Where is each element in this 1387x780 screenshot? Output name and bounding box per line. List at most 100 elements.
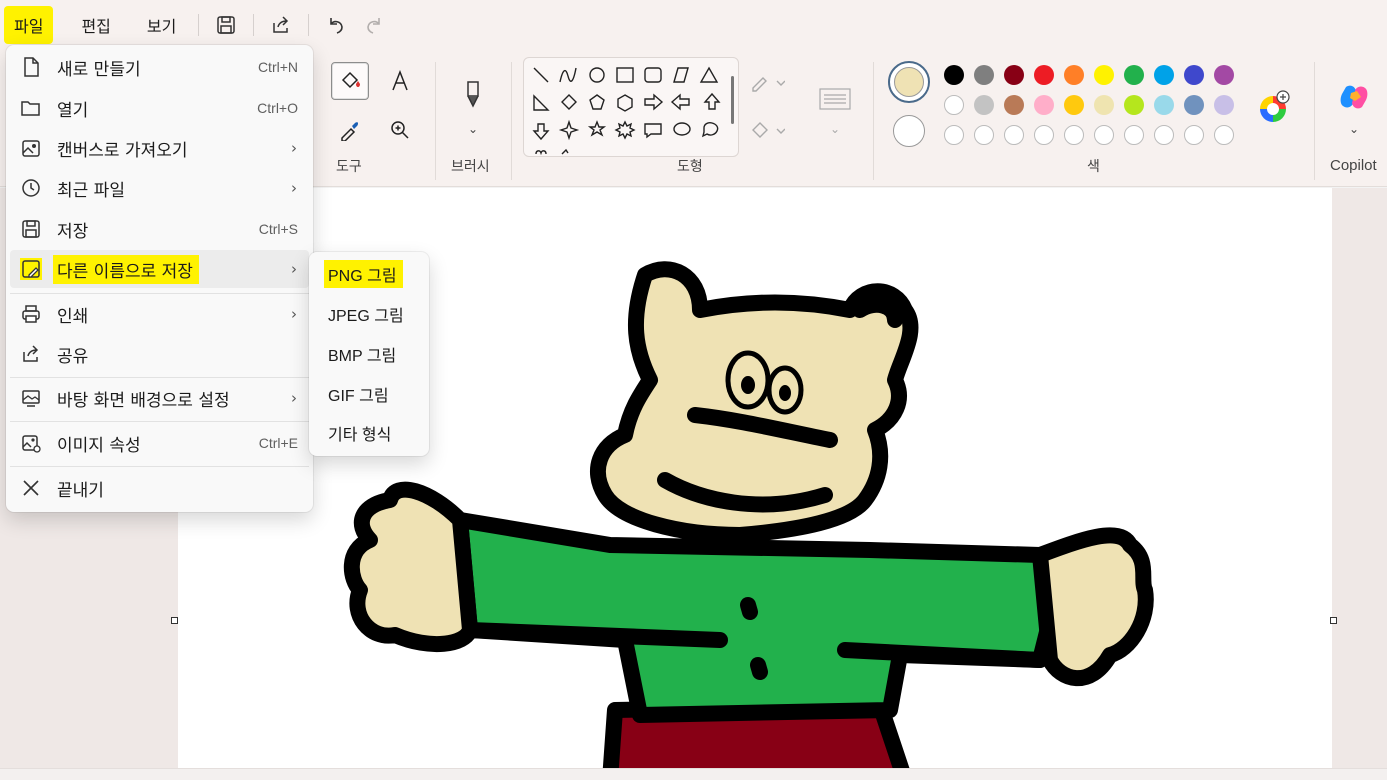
fill-bucket-tool[interactable] [331, 62, 369, 100]
custom-color-slot[interactable] [944, 125, 964, 145]
magnifier-tool[interactable] [381, 111, 419, 149]
menu-item-shortcut: Ctrl+S [258, 221, 298, 237]
brush-dropdown-chevron-icon[interactable]: ⌄ [454, 110, 492, 148]
color-swatch[interactable] [1064, 95, 1084, 115]
save-icon [20, 218, 42, 240]
custom-color-slot[interactable] [1034, 125, 1054, 145]
file-menu-dropdown: 새로 만들기 Ctrl+N 열기 Ctrl+O 캔버스로 가져오기 › 최근 파… [6, 45, 313, 512]
brush-group-label: 브러시 [451, 159, 490, 175]
menu-item-label: 열기 [57, 100, 89, 121]
color-swatch[interactable] [1184, 95, 1204, 115]
color-swatch[interactable] [1214, 65, 1234, 85]
menu-separator [10, 377, 309, 378]
color-swatch[interactable] [1154, 95, 1174, 115]
ribbon-divider [435, 62, 436, 180]
chevron-right-icon: › [291, 305, 297, 323]
color-swatch[interactable] [1004, 65, 1024, 85]
color-swatch[interactable] [974, 65, 994, 85]
text-tool[interactable] [381, 62, 419, 100]
save-as-jpeg[interactable]: JPEG 그림 [313, 296, 425, 332]
edit-menu-button[interactable]: 편집 [67, 6, 124, 44]
color-swatch[interactable] [1034, 95, 1054, 115]
file-menu-button[interactable]: 파일 [4, 6, 54, 44]
copilot-chevron-icon[interactable]: ⌄ [1335, 110, 1373, 148]
shapes-group-label: 도형 [677, 159, 703, 175]
menu-item-label: 저장 [57, 221, 89, 242]
color-swatch[interactable] [1124, 65, 1144, 85]
menu-separator [10, 466, 309, 467]
color-swatch[interactable] [1064, 65, 1084, 85]
secondary-color-swatch[interactable] [893, 115, 925, 147]
outline-icon[interactable] [748, 64, 786, 102]
custom-color-slot[interactable] [1184, 125, 1204, 145]
menu-divider [308, 14, 310, 36]
color-swatch[interactable] [1184, 65, 1204, 85]
color-swatch[interactable] [944, 65, 964, 85]
color-swatch[interactable] [1094, 65, 1114, 85]
menu-item-import-to-canvas[interactable]: 캔버스로 가져오기 › [10, 129, 309, 167]
redo-icon[interactable] [355, 6, 393, 44]
save-as-png[interactable]: PNG 그림 [313, 256, 425, 292]
menu-item-label: 바탕 화면 배경으로 설정 [57, 390, 230, 411]
canvas-resize-handle-left[interactable] [171, 617, 178, 624]
menu-item-print[interactable]: 인쇄 › [10, 295, 309, 333]
menu-bar: 파일 편집 보기 [0, 0, 1387, 50]
save-as-bmp[interactable]: BMP 그림 [313, 336, 425, 372]
chevron-right-icon: › [291, 260, 297, 278]
color-swatch[interactable] [1214, 95, 1234, 115]
custom-color-slot[interactable] [974, 125, 994, 145]
menu-item-image-properties[interactable]: 이미지 속성 Ctrl+E [10, 424, 309, 462]
menu-item-shortcut: Ctrl+E [258, 435, 298, 451]
undo-icon[interactable] [317, 6, 355, 44]
canvas-resize-handle-right[interactable] [1330, 617, 1337, 624]
custom-color-slot[interactable] [1064, 125, 1084, 145]
save-as-icon [20, 258, 42, 280]
color-swatch[interactable] [974, 95, 994, 115]
primary-color-ring[interactable] [888, 61, 930, 103]
menu-divider [198, 14, 200, 36]
ribbon-divider [873, 62, 874, 180]
custom-color-slot[interactable] [1094, 125, 1114, 145]
menu-item-share[interactable]: 공유 [10, 335, 309, 373]
menu-item-new[interactable]: 새로 만들기 Ctrl+N [10, 48, 309, 86]
color-swatch[interactable] [1094, 95, 1114, 115]
menu-item-save-as[interactable]: 다른 이름으로 저장 › [10, 250, 309, 288]
ribbon-divider [511, 62, 512, 180]
color-swatch[interactable] [944, 95, 964, 115]
color-swatch[interactable] [1004, 95, 1024, 115]
folder-open-icon [20, 97, 42, 119]
line-size-chevron-icon[interactable]: ⌄ [816, 110, 854, 148]
menu-item-exit[interactable]: 끝내기 [10, 469, 309, 507]
share-icon [20, 343, 42, 365]
brush-icon[interactable] [454, 76, 492, 114]
color-swatch[interactable] [1154, 65, 1174, 85]
custom-color-slot[interactable] [1154, 125, 1174, 145]
color-swatch[interactable] [1034, 65, 1054, 85]
menu-item-set-wallpaper[interactable]: 바탕 화면 배경으로 설정 › [10, 379, 309, 417]
save-as-submenu: PNG 그림 JPEG 그림 BMP 그림 GIF 그림 기타 형식 [309, 252, 429, 456]
fill-icon[interactable] [748, 112, 786, 150]
save-as-gif[interactable]: GIF 그림 [313, 376, 425, 412]
custom-color-slot[interactable] [1124, 125, 1144, 145]
color-picker-tool[interactable] [331, 111, 369, 149]
menu-item-label: 최근 파일 [57, 180, 125, 201]
save-as-other-format[interactable]: 기타 형식 [313, 415, 425, 451]
menu-item-save[interactable]: 저장 Ctrl+S [10, 210, 309, 248]
status-bar [0, 768, 1387, 780]
share-icon[interactable] [262, 6, 300, 44]
menu-separator [10, 421, 309, 422]
shapes-gallery [523, 57, 739, 157]
printer-icon [20, 303, 42, 325]
edit-colors-icon[interactable] [1254, 88, 1292, 126]
custom-color-slot[interactable] [1214, 125, 1234, 145]
new-file-icon [20, 56, 42, 78]
menu-item-open[interactable]: 열기 Ctrl+O [10, 89, 309, 127]
shapes-grid[interactable] [524, 58, 739, 157]
shapes-scrollbar[interactable] [731, 76, 734, 124]
view-menu-button[interactable]: 보기 [133, 6, 190, 44]
custom-color-slot[interactable] [1004, 125, 1024, 145]
menu-item-recent-files[interactable]: 최근 파일 › [10, 169, 309, 207]
menu-item-label: 이미지 속성 [57, 435, 141, 456]
color-swatch[interactable] [1124, 95, 1144, 115]
save-icon[interactable] [207, 6, 245, 44]
